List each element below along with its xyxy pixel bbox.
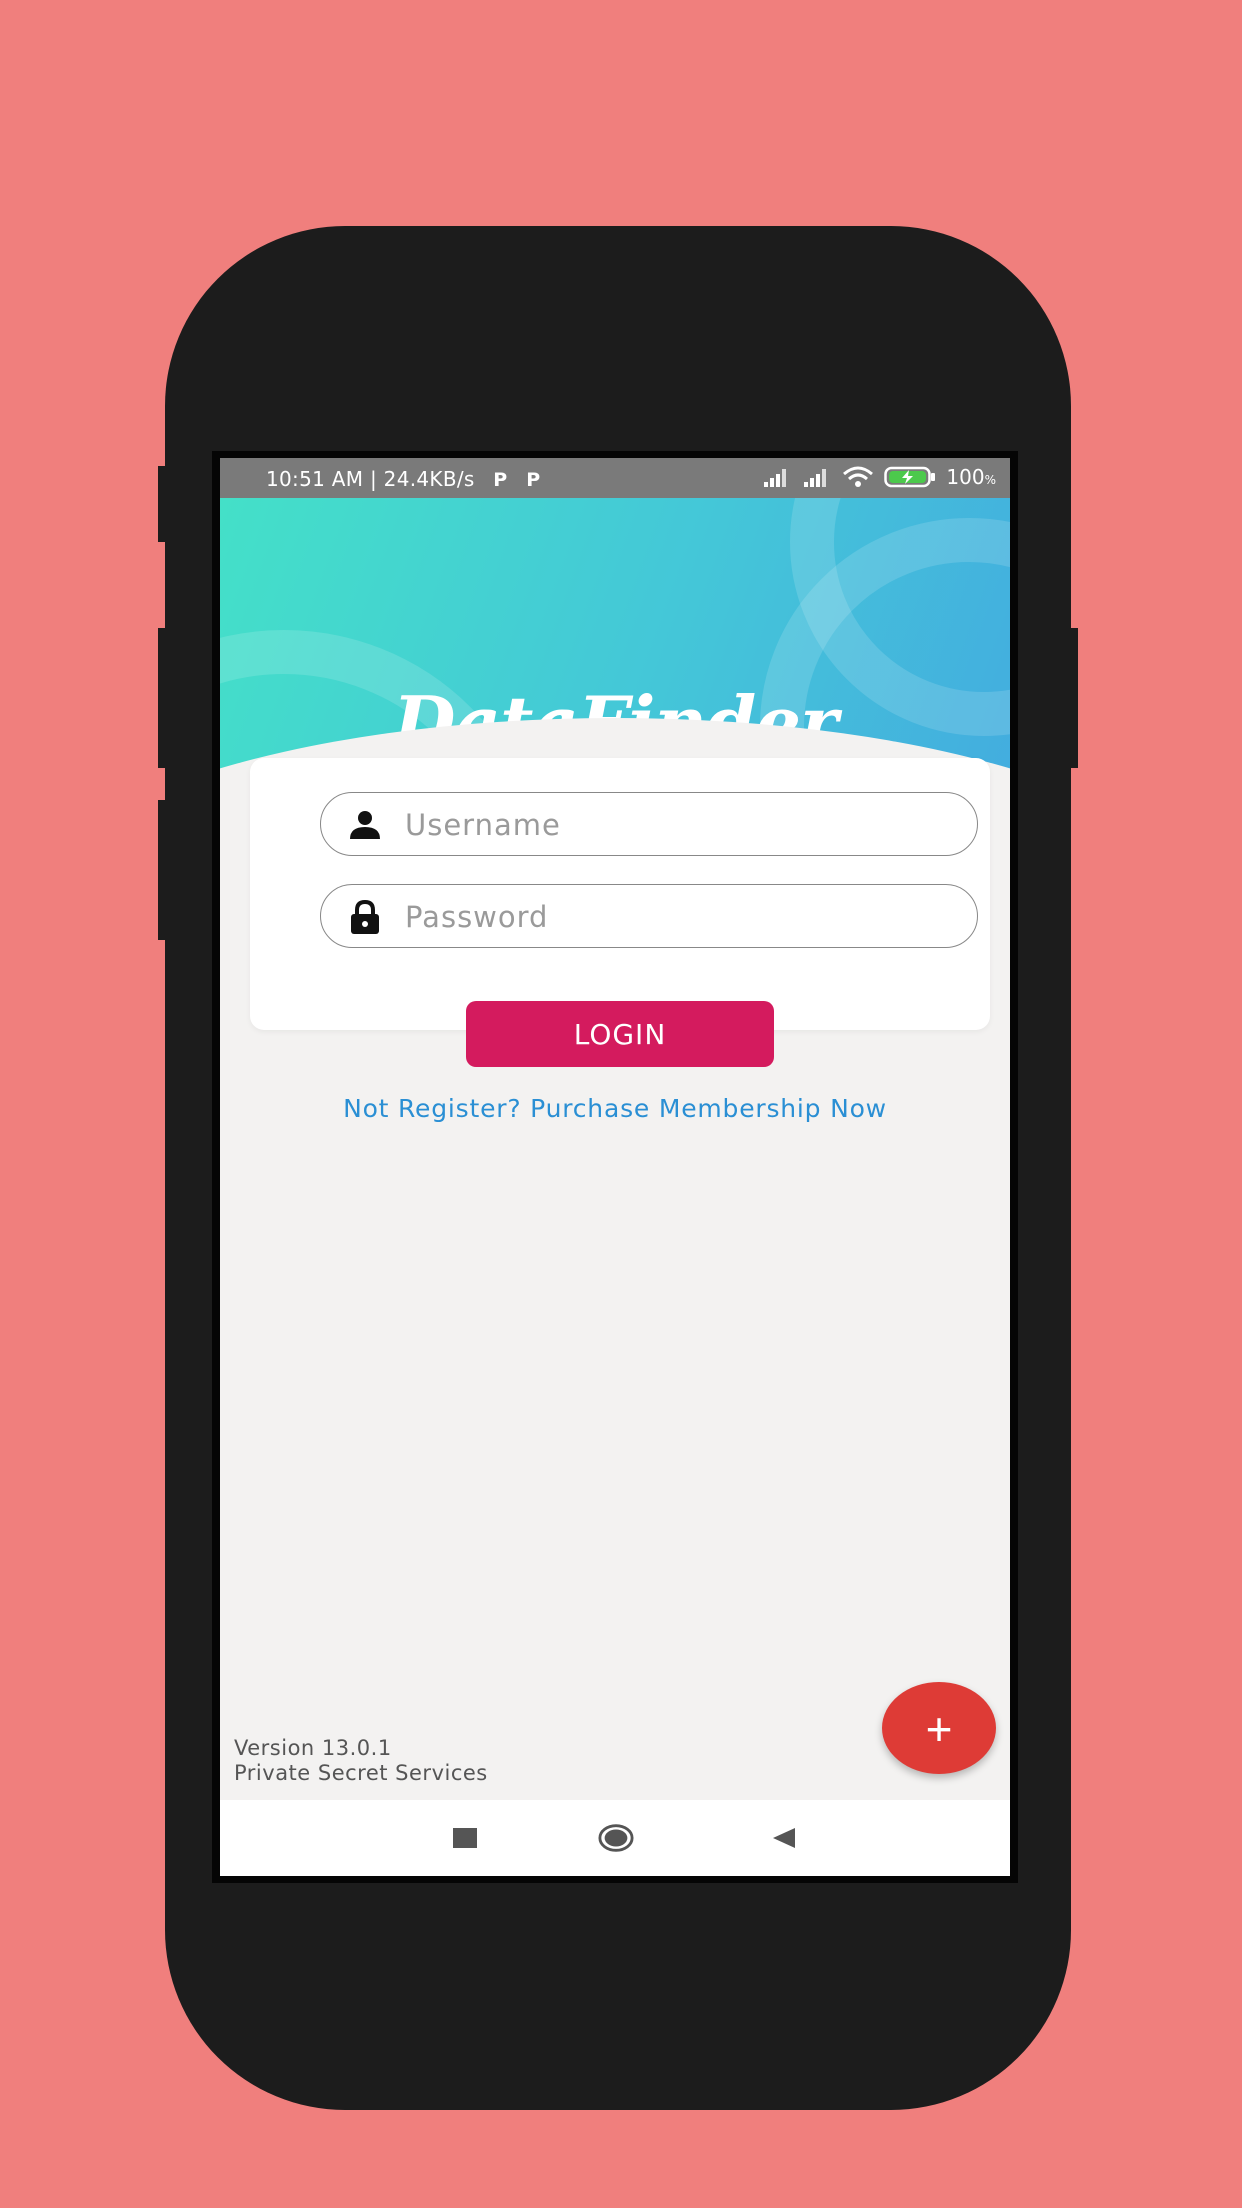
phone-side-button: [158, 800, 172, 940]
notification-badge: P: [526, 469, 541, 491]
person-icon: [350, 811, 380, 839]
battery-value: 100: [946, 465, 985, 489]
signal-icon: [764, 469, 787, 487]
header-banner: DataFinder: [220, 498, 1010, 788]
username-input[interactable]: [403, 801, 947, 849]
password-input[interactable]: [403, 893, 947, 941]
signal-icon: [804, 469, 827, 487]
notification-badge: P: [493, 469, 508, 491]
app-screen: 10:51 AM | 24.4KB/s P P 100% Username LO…: [220, 458, 1010, 1876]
company-text: Private Secret Services: [234, 1761, 488, 1785]
phone-power-button: [1064, 628, 1078, 768]
status-right: 100%: [762, 465, 996, 489]
triangle-back-icon: [773, 1828, 795, 1848]
status-time-speed: 10:51 AM | 24.4KB/s: [266, 467, 475, 491]
back-button[interactable]: [766, 1820, 802, 1856]
system-nav-bar: [220, 1800, 1010, 1876]
home-button[interactable]: [598, 1820, 634, 1856]
battery-charging-icon: [884, 466, 936, 488]
lock-icon: [351, 899, 379, 934]
password-field[interactable]: [320, 884, 978, 948]
login-button[interactable]: LOGIN: [466, 1001, 774, 1067]
add-fab-button[interactable]: +: [882, 1682, 996, 1774]
square-icon: [453, 1828, 477, 1848]
purchase-membership-link[interactable]: Not Register? Purchase Membership Now: [220, 1094, 1010, 1123]
version-info: Version 13.0.1 Private Secret Services: [234, 1736, 488, 1786]
version-text: Version 13.0.1: [234, 1736, 392, 1760]
wifi-icon: [843, 466, 874, 487]
status-bar: 10:51 AM | 24.4KB/s P P 100%: [220, 458, 1010, 498]
status-left: 10:51 AM | 24.4KB/s P P: [266, 467, 540, 491]
phone-side-button: [158, 466, 172, 542]
battery-level: 100%: [946, 465, 996, 489]
login-card: [250, 758, 990, 1030]
phone-side-button: [158, 628, 172, 768]
recent-apps-button[interactable]: [447, 1820, 483, 1856]
battery-unit: %: [984, 473, 996, 487]
circle-icon: [598, 1824, 634, 1852]
username-field[interactable]: [320, 792, 978, 856]
